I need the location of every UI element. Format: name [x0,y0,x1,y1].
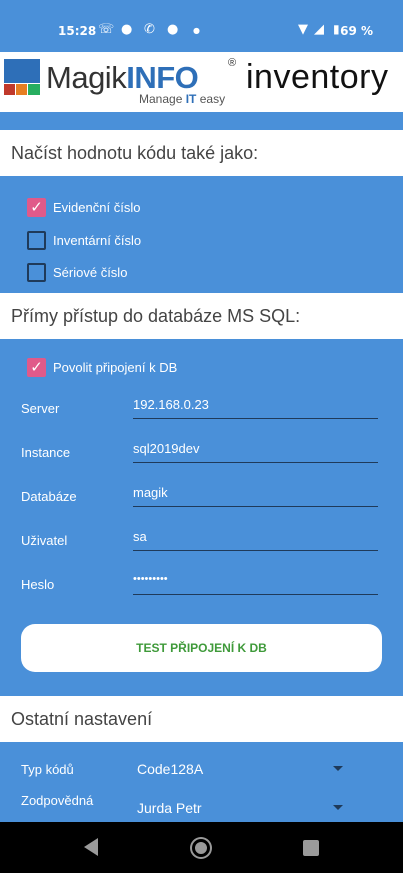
test-db-connection-button[interactable]: TEST PŘIPOJENÍ K DB [21,624,382,672]
missed-call-icon: ☏ [98,22,115,37]
checkbox-checked-icon: ✓ [27,197,46,217]
logo-product-name: inventory [246,58,389,96]
checkbox-label: Sériové číslo [53,264,128,280]
home-icon[interactable] [192,839,210,857]
logo-registered: ® [228,57,237,69]
section-db-title: Přímy přístup do databáze MS SQL: [0,293,403,339]
checkbox-checked-icon: ✓ [27,357,46,377]
password-label: Heslo [21,577,55,592]
user-input[interactable]: sa [133,529,378,551]
wifi-icon: ▼ [298,22,308,37]
dropdown-arrow-icon [333,805,343,810]
app-logo-bar: MagikINFO ® Manage IT easy inventory [0,52,403,112]
section-other-title: Ostatní nastavení [0,696,403,742]
viber-icon: ✆ [144,22,155,37]
battery-percent: 69 % [340,24,373,38]
instance-input[interactable]: sql2019dev [133,441,378,463]
server-input[interactable]: 192.168.0.23 [133,397,378,419]
user-label: Uživatel [21,533,68,548]
battery-icon: ▮ [333,22,340,36]
system-nav-bar [0,822,403,873]
dropdown-arrow-icon [333,766,343,771]
dot-icon: ● [193,26,200,35]
messenger-icon: ● [167,22,179,37]
responsible-label: Zodpovědná [21,793,94,808]
status-bar: 15:28 ☏ ● ✆ ● ● ▼ ◢ ▮ 69 % [0,0,403,52]
database-label: Databáze [21,489,77,504]
logo-tagline: Manage IT easy [139,92,226,106]
code-type-value: Code128A [137,761,204,777]
server-label: Server [21,401,60,416]
checkbox-evidencni[interactable]: ✓ Evidenční číslo [27,196,140,218]
logo-wordmark: MagikINFO [46,60,199,95]
checkbox-empty-icon [27,262,46,282]
code-type-label: Typ kódů [21,762,74,777]
checkbox-label: Evidenční číslo [53,199,141,215]
logo-mark-icon [4,59,40,95]
password-input[interactable]: ••••••••• [133,573,378,595]
checkbox-label: Inventární číslo [53,232,142,248]
status-time: 15:28 [58,24,97,38]
checkbox-enable-db[interactable]: ✓ Povolit připojení k DB [27,356,177,378]
responsible-value: Jurda Petr [137,800,202,816]
signal-icon: ◢ [314,22,324,37]
back-icon[interactable] [84,838,98,856]
section-code-title: Načíst hodnotu kódu také jako: [0,130,403,176]
checkbox-seriove[interactable]: Sériové číslo [27,261,127,283]
checkbox-empty-icon [27,230,46,250]
chat-bubble-icon: ● [121,22,133,37]
recent-apps-icon[interactable] [303,840,319,856]
instance-label: Instance [21,445,71,460]
checkbox-label: Povolit připojení k DB [53,359,178,375]
checkbox-inventarni[interactable]: Inventární číslo [27,229,141,251]
database-input[interactable]: magik [133,485,378,507]
